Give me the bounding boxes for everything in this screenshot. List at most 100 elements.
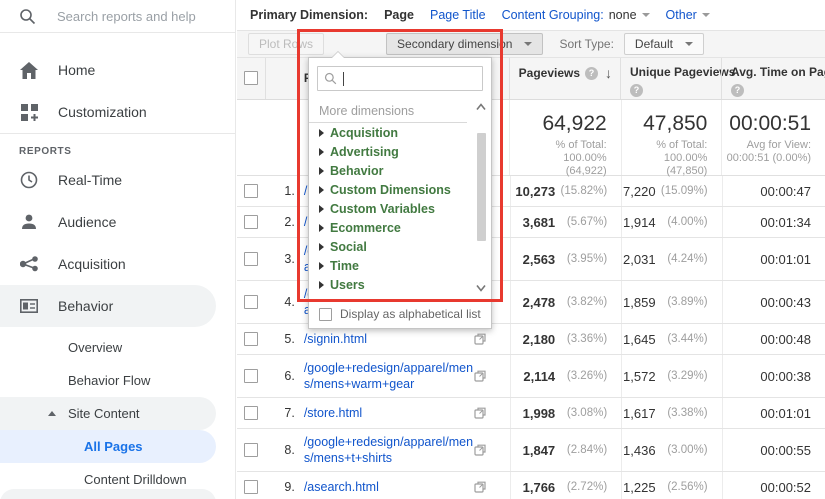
text-cursor: [343, 71, 344, 86]
sidebar-item-all-pages[interactable]: All Pages: [0, 430, 216, 463]
dimension-list: More dimensions Acquisition Advertising Be…: [309, 99, 491, 300]
avg-time-value: 00:00:47: [721, 176, 825, 206]
chevron-down-icon: [684, 42, 693, 46]
secondary-dimension-button[interactable]: Secondary dimension: [386, 33, 544, 55]
dimension-item-advertising[interactable]: Advertising: [309, 142, 491, 161]
expand-arrow-icon: [319, 166, 324, 175]
dimension-item-time[interactable]: Time: [309, 256, 491, 275]
table-row: 7. /store.html 1,998 (3.08%) 1,617 (3.38%)…: [237, 398, 825, 429]
expand-arrow-icon: [319, 128, 324, 137]
external-link-icon[interactable]: [474, 333, 486, 345]
row-checkbox[interactable]: [243, 252, 258, 266]
avg-time-value: 00:00:38: [721, 355, 825, 397]
page-link[interactable]: /google+redesign/apparel/mens/mens+t+shi…: [304, 434, 474, 466]
expand-arrow-icon: [319, 204, 324, 213]
chevron-down-icon: [701, 13, 710, 17]
row-checkbox[interactable]: [243, 480, 258, 494]
sidebar-item-real-time[interactable]: Real-Time: [0, 159, 235, 201]
column-header-pageviews[interactable]: Pageviews ? ↓: [508, 58, 620, 99]
dimension-item-behavior[interactable]: Behavior: [309, 161, 491, 180]
dimension-item-social[interactable]: Social: [309, 237, 491, 256]
analytics-app: Search reports and help Home Customizati…: [0, 0, 825, 499]
clock-icon: [19, 171, 39, 189]
totals-pageviews: 64,922 % of Total: 100.00% (64,922): [509, 100, 621, 177]
row-checkbox[interactable]: [243, 332, 258, 346]
sidebar-search[interactable]: Search reports and help: [0, 0, 235, 33]
row-checkbox[interactable]: [243, 369, 258, 383]
dimension-content-grouping[interactable]: Content Grouping: none: [502, 8, 650, 22]
table-row: 6. /google+redesign/apparel/mens/mens+wa…: [237, 355, 825, 398]
avg-time-value: 00:00:52: [721, 472, 825, 499]
column-header-avg-time[interactable]: Avg. Time on Page ?: [721, 58, 825, 99]
scroll-down-icon[interactable]: [476, 284, 486, 292]
row-number: 5.: [284, 332, 295, 346]
avg-time-value: 00:01:01: [721, 238, 825, 280]
column-header-unique-pageviews[interactable]: Unique Pageviews ?: [620, 58, 735, 99]
dimension-item-ecommerce[interactable]: Ecommerce: [309, 218, 491, 237]
behavior-icon: [19, 299, 39, 313]
scrollbar-thumb[interactable]: [477, 133, 486, 241]
external-link-icon[interactable]: [474, 481, 486, 493]
dimension-list-header: More dimensions: [309, 101, 467, 123]
scroll-up-icon[interactable]: [476, 103, 486, 111]
dimension-item-acquisition[interactable]: Acquisition: [309, 123, 491, 142]
avg-time-value: 00:00:43: [721, 281, 825, 323]
dropdown-pointer: [331, 51, 345, 58]
dimension-other[interactable]: Other: [666, 8, 710, 22]
row-checkbox[interactable]: [243, 406, 258, 420]
page-link[interactable]: /asearch.html: [304, 479, 474, 495]
help-icon[interactable]: ?: [731, 83, 745, 97]
page-link[interactable]: /signin.html: [304, 331, 474, 347]
expand-arrow-icon: [319, 185, 324, 194]
help-icon[interactable]: ?: [585, 66, 599, 80]
dimension-page-title[interactable]: Page Title: [430, 8, 486, 22]
row-number: 4.: [284, 295, 295, 309]
avg-time-value: 00:01:01: [721, 398, 825, 428]
sort-type-label: Sort Type:: [559, 37, 614, 51]
external-link-icon[interactable]: [474, 370, 486, 382]
page-link[interactable]: /store.html: [304, 405, 474, 421]
search-icon: [20, 8, 36, 24]
chevron-down-icon: [641, 13, 650, 17]
row-checkbox[interactable]: [243, 295, 258, 309]
collapse-arrow-icon: [48, 411, 56, 416]
sidebar-item-acquisition[interactable]: Acquisition: [0, 243, 235, 285]
person-icon: [19, 214, 39, 230]
external-link-icon[interactable]: [474, 407, 486, 419]
expand-arrow-icon: [319, 261, 324, 270]
dimension-search-input[interactable]: [317, 66, 483, 91]
plot-rows-button[interactable]: Plot Rows: [248, 33, 325, 55]
dimension-item-custom-dimensions[interactable]: Custom Dimensions: [309, 180, 491, 199]
help-icon[interactable]: ?: [630, 83, 644, 97]
sidebar-item-site-content[interactable]: Site Content: [0, 397, 216, 430]
customization-icon: [19, 103, 39, 121]
sidebar-item-overview[interactable]: Overview: [0, 331, 235, 364]
totals-unique-pageviews: 47,850 % of Total: 100.00% (47,850): [620, 100, 722, 177]
alphabetical-list-option[interactable]: Display as alphabetical list: [309, 300, 491, 328]
sidebar-item-behavior-flow[interactable]: Behavior Flow: [0, 364, 235, 397]
select-all-checkbox[interactable]: [243, 71, 258, 85]
primary-dimension-bar: Primary Dimension: Page Page Title Conte…: [237, 0, 825, 30]
primary-dimension-label: Primary Dimension:: [250, 8, 369, 22]
dropdown-scrollbar[interactable]: [474, 101, 488, 294]
expand-arrow-icon: [319, 280, 324, 289]
sort-type-button[interactable]: Default: [623, 33, 704, 55]
sidebar-item-customization[interactable]: Customization: [0, 91, 235, 133]
row-checkbox[interactable]: [243, 184, 258, 198]
expand-arrow-icon: [319, 242, 324, 251]
table-toolbar: Plot Rows Secondary dimension Sort Type:…: [237, 30, 825, 58]
sidebar-item-audience[interactable]: Audience: [0, 201, 235, 243]
dimension-item-users[interactable]: Users: [309, 275, 491, 294]
dimension-item-custom-variables[interactable]: Custom Variables: [309, 199, 491, 218]
row-number: 1.: [284, 184, 295, 198]
sidebar-item-home[interactable]: Home: [0, 49, 235, 91]
row-checkbox[interactable]: [243, 215, 258, 229]
dimension-page[interactable]: Page: [384, 8, 414, 22]
table-row: 9. /asearch.html 1,766 (2.72%) 1,225 (2.56…: [237, 472, 825, 499]
alphabetical-checkbox[interactable]: [319, 307, 332, 321]
row-checkbox[interactable]: [243, 443, 258, 457]
row-number: 8.: [284, 443, 295, 457]
page-link[interactable]: /google+redesign/apparel/mens/mens+warm+…: [304, 360, 474, 392]
external-link-icon[interactable]: [474, 444, 486, 456]
sidebar-item-behavior[interactable]: Behavior: [0, 285, 216, 327]
